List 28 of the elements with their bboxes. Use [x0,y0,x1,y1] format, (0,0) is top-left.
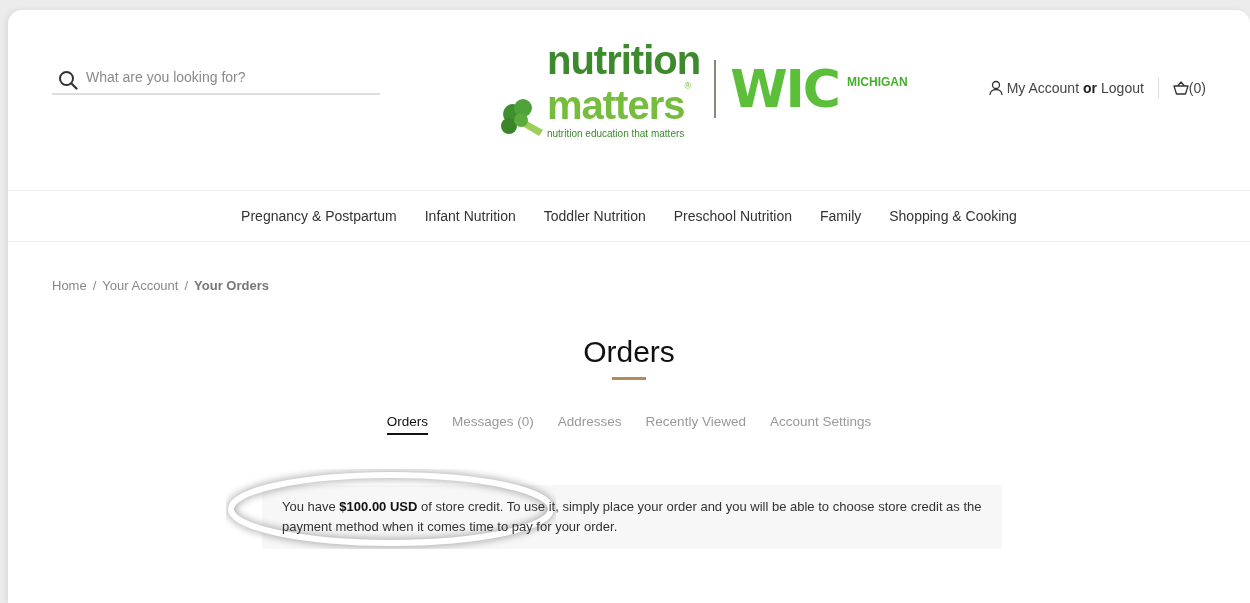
my-account-link[interactable]: My Account [1006,80,1080,96]
search-icon [58,70,78,90]
logo-tagline: nutrition education that matters [546,128,686,140]
breadcrumb-separator: / [184,278,189,293]
store-credit-notice: You have $100.00 USD of store credit. To use it, simply place your order and you will be able to choose store credit as the payment method when it comes time to pay for your order. [282,498,982,536]
person-icon [988,80,1003,96]
nav-link[interactable]: Shopping & Cooking [875,208,1031,224]
nav-link[interactable]: Infant Nutrition [410,208,530,224]
page-title: Orders [582,335,676,369]
breadcrumb-link[interactable]: Home [52,278,87,293]
nav-link[interactable]: Preschool Nutrition [659,208,806,224]
breadcrumb-separator: / [92,278,97,293]
logout-link[interactable]: Logout [1101,80,1144,96]
basket-icon [1172,81,1189,95]
nav-link[interactable]: Toddler Nutrition [529,208,660,224]
logo-word: matters [546,83,685,128]
cart-count-link[interactable]: (0) [1188,80,1206,96]
partner-logo-text: WIC [730,63,839,115]
nav-link[interactable]: Family [806,208,876,224]
registered-mark: ® [684,83,692,91]
nav-link[interactable]: Pregnancy & Postpartum [227,208,411,224]
or-text: or [1083,80,1098,96]
breadcrumb-link[interactable]: Your Orders [194,278,269,293]
logo-word: nutrition [546,38,701,82]
account-tab[interactable]: Orders [386,414,429,435]
partner-region: MICHIGAN [847,75,908,89]
breadcrumb-link[interactable]: Your Account [102,278,179,293]
search-field[interactable]: What are you looking for? [52,69,380,95]
